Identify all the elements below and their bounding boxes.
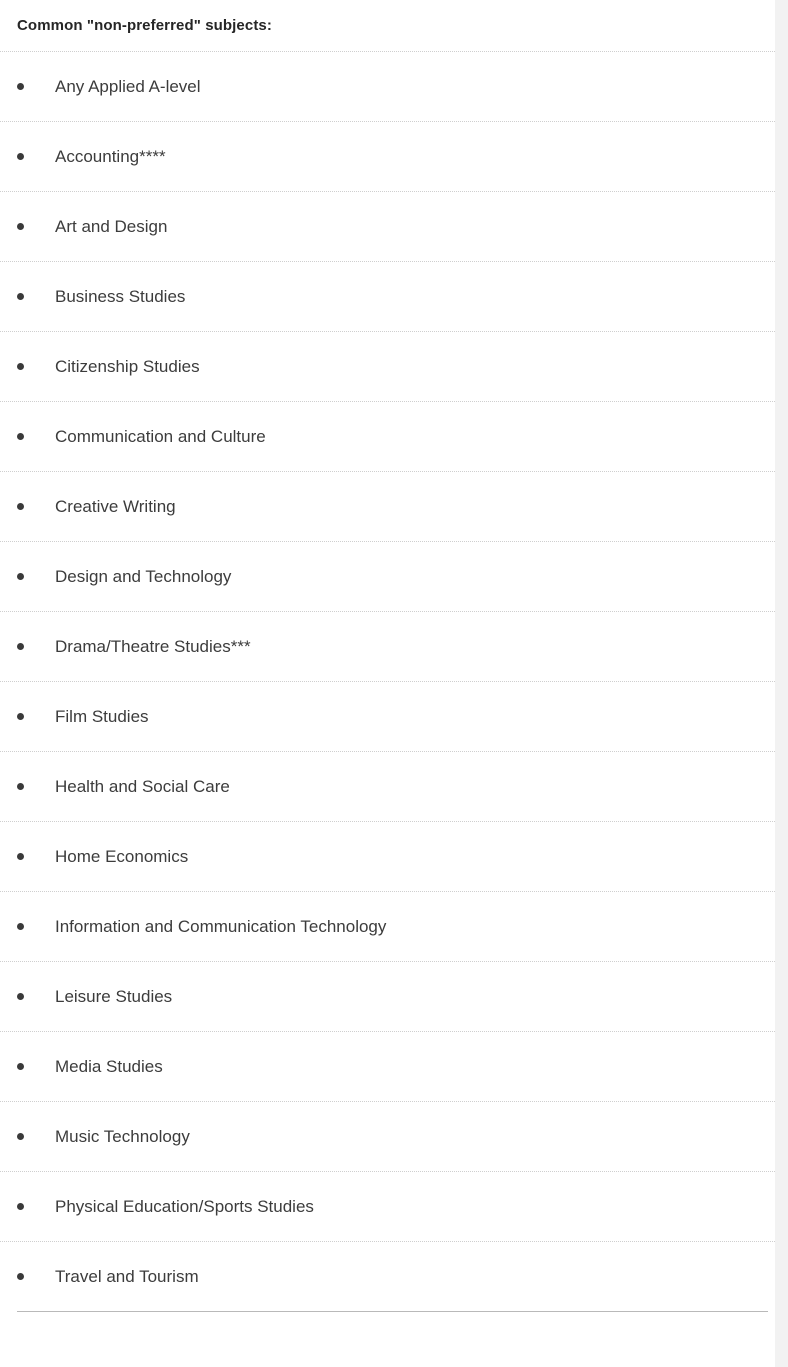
list-item-label: Travel and Tourism [55, 1266, 199, 1286]
list-item-label: Business Studies [55, 286, 186, 306]
list-item: Home Economics [0, 821, 775, 891]
bullet-dot-icon [17, 293, 24, 300]
bullet-dot-icon [17, 853, 24, 860]
list-item-label: Any Applied A-level [55, 76, 201, 96]
list-item: Information and Communication Technology [0, 891, 775, 961]
list-item: Travel and Tourism [0, 1241, 775, 1311]
bullet-dot-icon [17, 783, 24, 790]
list-item-label: Design and Technology [55, 566, 232, 586]
bullet-dot-icon [17, 923, 24, 930]
list-item-label: Creative Writing [55, 496, 176, 516]
list-item: Music Technology [0, 1101, 775, 1171]
list-item: Accounting**** [0, 121, 775, 191]
list-item: Physical Education/Sports Studies [0, 1171, 775, 1241]
non-preferred-subjects-list: Any Applied A-level Accounting**** Art a… [0, 51, 775, 1311]
bullet-dot-icon [17, 83, 24, 90]
bullet-dot-icon [17, 643, 24, 650]
list-item-label: Citizenship Studies [55, 356, 200, 376]
list-item: Health and Social Care [0, 751, 775, 821]
list-item: Media Studies [0, 1031, 775, 1101]
page-title: Common "non-preferred" subjects: [17, 17, 272, 34]
list-item: Business Studies [0, 261, 775, 331]
content-page: Common "non-preferred" subjects: Any App… [0, 0, 775, 1367]
bullet-dot-icon [17, 573, 24, 580]
bullet-dot-icon [17, 223, 24, 230]
list-item-label: Information and Communication Technology [55, 916, 387, 936]
bullet-dot-icon [17, 993, 24, 1000]
list-item: Citizenship Studies [0, 331, 775, 401]
bullet-dot-icon [17, 1063, 24, 1070]
list-item-label: Drama/Theatre Studies*** [55, 636, 251, 656]
list-item-label: Media Studies [55, 1056, 163, 1076]
list-item: Drama/Theatre Studies*** [0, 611, 775, 681]
right-edge-band [775, 0, 788, 1367]
list-item-label: Leisure Studies [55, 986, 173, 1006]
list-item: Design and Technology [0, 541, 775, 611]
list-item: Any Applied A-level [0, 51, 775, 121]
list-item: Creative Writing [0, 471, 775, 541]
bullet-dot-icon [17, 433, 24, 440]
bullet-dot-icon [17, 153, 24, 160]
bullet-dot-icon [17, 1273, 24, 1280]
list-item-label: Health and Social Care [55, 776, 230, 796]
list-item: Art and Design [0, 191, 775, 261]
list-item-label: Home Economics [55, 846, 189, 866]
bullet-dot-icon [17, 713, 24, 720]
bullet-dot-icon [17, 1203, 24, 1210]
list-item-label: Physical Education/Sports Studies [55, 1196, 314, 1216]
list-item-label: Art and Design [55, 216, 168, 236]
bullet-dot-icon [17, 363, 24, 370]
list-item-label: Film Studies [55, 706, 149, 726]
list-item: Communication and Culture [0, 401, 775, 471]
bottom-spacer [0, 1312, 775, 1367]
list-item-label: Accounting**** [55, 146, 166, 166]
list-item-label: Music Technology [55, 1126, 190, 1146]
list-item: Film Studies [0, 681, 775, 751]
bullet-dot-icon [17, 1133, 24, 1140]
list-item-label: Communication and Culture [55, 426, 266, 446]
bullet-dot-icon [17, 503, 24, 510]
list-item: Leisure Studies [0, 961, 775, 1031]
